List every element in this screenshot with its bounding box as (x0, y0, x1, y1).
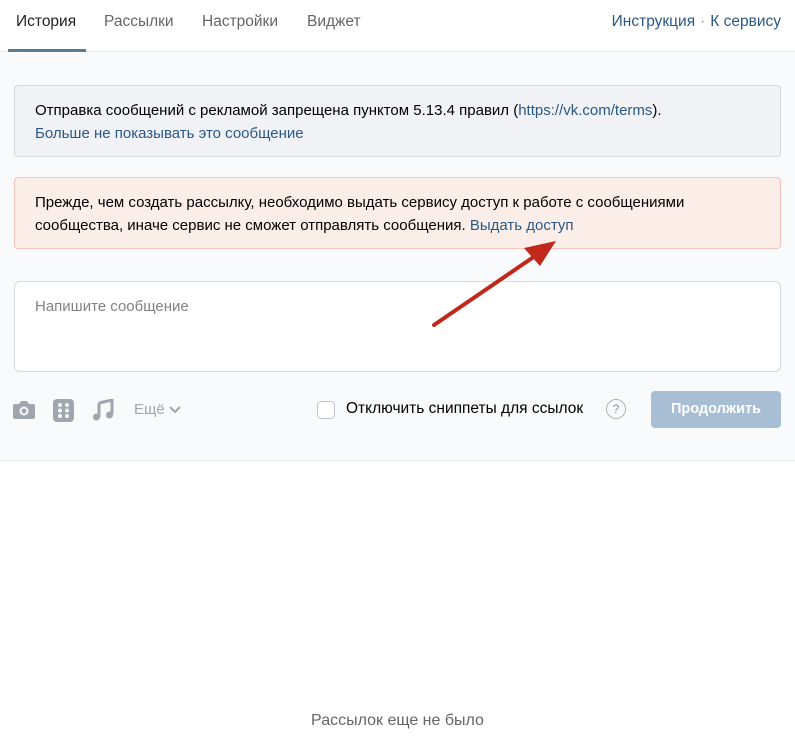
info-text-end: ). (652, 102, 662, 119)
disable-snippets-label[interactable]: Отключить сниппеты для ссылок (346, 400, 583, 418)
tab-widget[interactable]: Виджет (307, 13, 361, 31)
message-input[interactable]: Напишите сообщение (14, 281, 781, 372)
main-panel: Отправка сообщений с рекламой запрещена … (0, 53, 795, 461)
tab-settings[interactable]: Настройки (202, 13, 278, 31)
tab-mailings[interactable]: Рассылки (104, 13, 174, 31)
help-icon[interactable]: ? (606, 399, 626, 419)
more-button[interactable]: Ещё (134, 401, 181, 418)
dice-icon[interactable] (53, 399, 74, 422)
music-icon[interactable] (92, 399, 114, 421)
continue-button[interactable]: Продолжить (651, 391, 781, 428)
tab-history[interactable]: История (16, 13, 76, 31)
terms-link[interactable]: https://vk.com/terms (518, 102, 652, 119)
more-label: Ещё (134, 401, 165, 418)
instruction-link[interactable]: Инструкция (612, 13, 695, 30)
info-notice: Отправка сообщений с рекламой запрещена … (14, 85, 781, 157)
active-tab-indicator (8, 49, 86, 52)
dismiss-link[interactable]: Больше не показывать это сообщение (35, 125, 304, 142)
compose-toolbar: Ещё Отключить сниппеты для ссылок ? Прод… (0, 391, 795, 431)
chevron-down-icon (169, 406, 181, 414)
warning-text: Прежде, чем создать рассылку, необходимо… (35, 194, 685, 234)
camera-icon[interactable] (12, 399, 36, 421)
warning-notice: Прежде, чем создать рассылку, необходимо… (14, 177, 781, 249)
tab-bar: История Рассылки Настройки Виджет Инстру… (0, 0, 795, 52)
disable-snippets-checkbox[interactable] (317, 401, 335, 419)
empty-state-text: Рассылок еще не было (311, 712, 484, 729)
info-text: Отправка сообщений с рекламой запрещена … (35, 102, 519, 119)
separator: · (700, 13, 706, 30)
to-service-link[interactable]: К сервису (710, 13, 781, 30)
grant-access-link[interactable]: Выдать доступ (470, 217, 574, 234)
header-links: Инструкция · К сервису (612, 13, 781, 31)
